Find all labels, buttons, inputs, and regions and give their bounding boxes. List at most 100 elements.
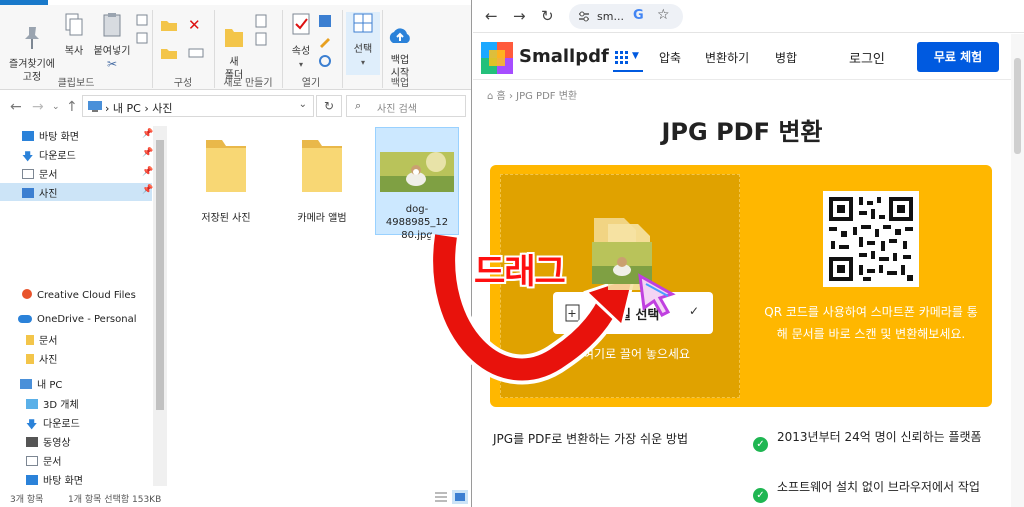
pin-icon [25,27,39,49]
pin-icon: 📌 [142,129,154,139]
brand-name[interactable]: Smallpdf [519,46,609,67]
folder-item[interactable]: 저장된 사진 [186,134,266,224]
copy-path-icon[interactable] [136,14,148,26]
nav-label: 바탕 화면 [39,132,79,143]
chevron-down-icon[interactable]: ✓ [689,304,699,318]
edit-icon[interactable] [318,34,332,48]
folder-icon [26,354,34,364]
nav-scrollbar-thumb[interactable] [156,140,164,410]
details-view-icon[interactable] [434,491,448,503]
select-label: 선택 [353,44,373,55]
up-arrow-icon[interactable]: ↑ [66,99,78,115]
site-info-icon[interactable] [578,11,590,22]
select-button[interactable]: 선택 ▾ [346,12,380,75]
nav-item-pc-downloads[interactable]: 🡇 다운로드 [26,415,80,433]
google-icon[interactable]: G [633,8,644,23]
nav-label: 사진 [39,189,58,200]
login-link[interactable]: 로그인 [849,48,885,67]
nav-convert[interactable]: 변환하기 [705,49,749,66]
copy-button[interactable]: 복사 [60,12,88,58]
nav-item-documents[interactable]: 문서 [22,166,57,184]
image-file-item[interactable]: dog-4988985_12 80.jpg [375,127,459,241]
copy-to-icon[interactable] [160,46,178,60]
properties-button[interactable]: 속성 ▾ [286,12,316,71]
onedrive-icon [18,315,32,323]
3d-objects-icon [26,399,38,409]
forward-icon[interactable]: → [513,7,526,25]
large-icons-view-icon[interactable] [452,490,468,504]
nav-item-desktop[interactable]: 바탕 화면 [22,128,79,146]
nav-item-3d-objects[interactable]: 3D 개체 [26,396,79,414]
nav-item-downloads[interactable]: 🡇 다운로드 [22,147,76,165]
new-item-icon[interactable] [254,14,270,28]
home-icon[interactable]: ⌂ [487,91,493,102]
nav-compress[interactable]: 압축 [659,49,681,66]
file-drop-zone[interactable]: 파일 선택 ✓ 여기로 끌어 놓으세요 QR 코드를 사용하여 스마트폰 카메라… [490,165,992,407]
file-tab[interactable] [0,0,48,5]
folder-item[interactable]: 카메라 앨범 [282,134,362,224]
how-to-heading: JPG를 PDF로 변환하는 가장 쉬운 방법 [493,432,689,446]
breadcrumb: ⌂ 홈 › JPG PDF 변환 [487,87,577,102]
address-field[interactable]: › 내 PC › 사진 ⌄ [82,95,314,117]
nav-item-onedrive-documents[interactable]: 문서 [26,332,57,350]
nav-item-onedrive[interactable]: OneDrive - Personal [18,314,137,332]
nav-label: 동영상 [43,438,71,449]
url-text: sm... [597,10,624,23]
bookmark-star-icon[interactable]: ☆ [657,7,670,23]
search-placeholder: 사진 검색 [377,104,417,115]
open-icon[interactable] [318,14,332,28]
nav-item-onedrive-pictures[interactable]: 사진 [26,351,57,369]
nav-item-pictures[interactable]: 사진 [0,183,152,201]
drop-area[interactable]: 파일 선택 ✓ 여기로 끌어 놓으세요 [500,174,740,398]
refresh-button[interactable]: ↻ [316,95,342,117]
recent-locations-chevron-icon[interactable]: ⌄ [52,102,60,112]
nav-label: 내 PC [37,380,63,391]
qr-description: QR 코드를 사용하여 스마트폰 카메라를 통해 문서를 바로 스캔 및 변환해… [764,305,978,341]
chevron-down-icon: ▼ [632,51,639,61]
breadcrumb-home[interactable]: 홈 [497,91,506,102]
check-icon: ✓ [753,488,768,503]
refresh-icon: ↻ [323,99,335,113]
history-icon[interactable] [318,54,332,68]
nav-scrollbar[interactable] [153,126,167,486]
paste-button[interactable]: 붙여넣기 ✂ [90,12,134,71]
open-group-label: 열기 [301,78,321,89]
organize-group-label: 구성 [173,78,193,89]
easy-access-icon[interactable] [254,32,270,46]
nav-merge[interactable]: 병합 [775,49,797,66]
nav-item-creative-cloud[interactable]: Creative Cloud Files [22,289,136,307]
address-path: › 내 PC › 사진 [105,102,173,115]
address-bar[interactable]: sm... G ☆ [569,4,683,29]
free-trial-button[interactable]: 무료 체험 [917,42,999,72]
properties-icon [292,13,310,35]
back-arrow-icon[interactable]: ← [10,99,22,115]
feature-item: 2013년부터 24억 명이 신뢰하는 플랫폼 [777,430,982,444]
delete-icon[interactable]: ✕ [188,16,201,34]
nav-item-videos[interactable]: 동영상 [26,434,71,452]
image-thumbnail [380,152,454,192]
apps-menu[interactable]: ▼ [613,46,643,72]
address-dropdown-icon[interactable]: ⌄ [299,99,307,110]
forward-arrow-icon[interactable]: → [32,99,44,115]
pin-icon: 📌 [142,148,154,158]
cloud-upload-icon [389,28,410,43]
back-icon[interactable]: ← [485,7,498,25]
file-name: dog-4988985_12 80.jpg [385,204,449,241]
choose-file-button[interactable]: 파일 선택 ✓ [553,292,713,334]
choose-file-label: 파일 선택 [607,308,660,323]
nav-label: Creative Cloud Files [37,290,136,301]
page-scrollbar-thumb[interactable] [1014,58,1021,154]
smallpdf-logo[interactable] [481,42,513,74]
nav-item-this-pc[interactable]: 내 PC [20,376,62,394]
rename-icon[interactable] [188,46,204,60]
page-scrollbar[interactable] [1011,34,1024,507]
move-to-icon[interactable] [160,18,178,32]
video-icon [26,437,38,447]
search-input[interactable]: ⌕ 사진 검색 [346,95,466,117]
nav-item-pc-documents[interactable]: 문서 [26,453,61,471]
grid-icon [615,51,628,64]
paste-shortcut-icon[interactable] [136,32,148,44]
reload-icon[interactable]: ↻ [541,7,554,25]
cut-icon[interactable]: ✂ [90,58,134,71]
pc-icon [88,101,102,112]
